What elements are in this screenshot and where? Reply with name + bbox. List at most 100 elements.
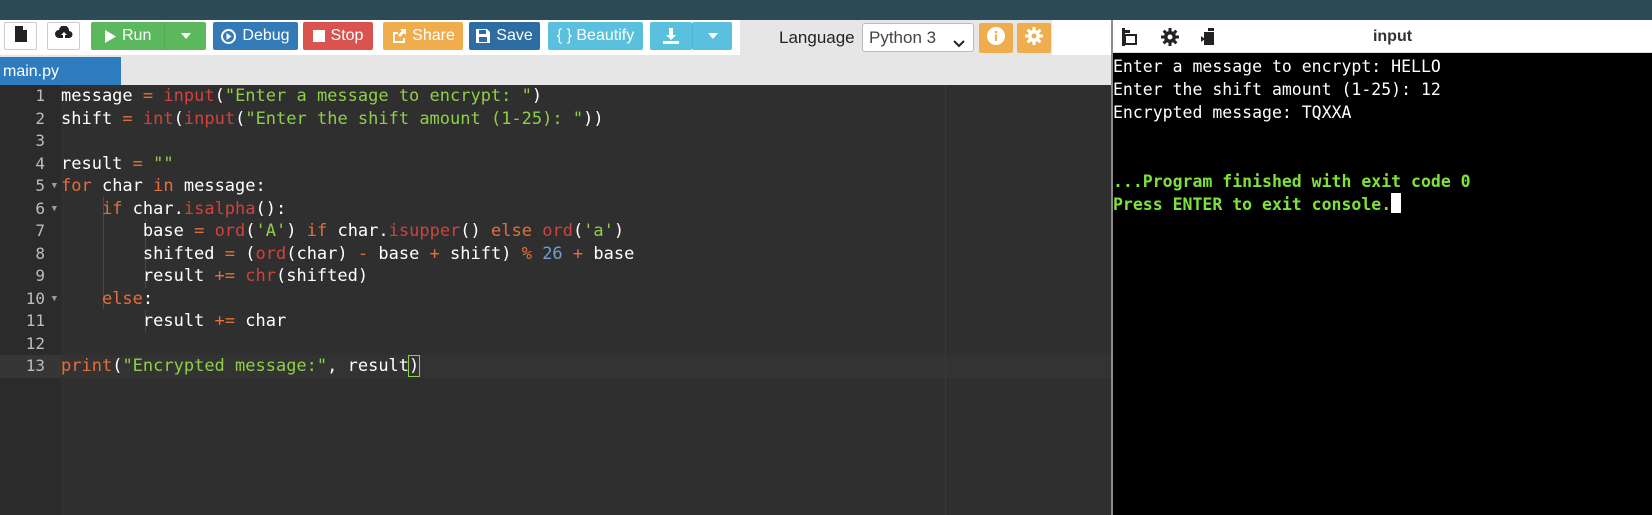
code-token: char xyxy=(91,176,154,196)
download-options-dropdown[interactable] xyxy=(692,22,732,50)
debug-icon xyxy=(221,28,237,44)
code-token: ( xyxy=(112,356,123,376)
code-token: ) xyxy=(531,86,543,106)
console-pane: input Enter a message to encrypt: HELLO E… xyxy=(1113,20,1652,515)
code-token: isupper xyxy=(388,221,461,241)
code-token: = xyxy=(132,153,143,174)
code-token: : xyxy=(142,288,154,309)
code-token: ) xyxy=(408,355,421,377)
line-number: 2 xyxy=(35,108,45,128)
run-button-label: Run xyxy=(122,27,152,44)
code-token: chr xyxy=(245,266,276,286)
fold-arrow-icon[interactable]: ▼ xyxy=(52,198,57,221)
console-cursor xyxy=(1391,193,1402,213)
share-button-label: Share xyxy=(412,27,455,44)
line-number: 10 ▼ xyxy=(0,288,61,311)
chevron-down-icon xyxy=(953,33,965,53)
run-options-dropdown[interactable] xyxy=(164,22,206,50)
file-tab-bar: main.py xyxy=(0,55,1111,87)
line-number: 5 ▼ xyxy=(0,175,61,198)
line-number: 1 xyxy=(35,86,45,105)
code-token: result xyxy=(61,266,215,286)
code-token: result xyxy=(61,153,133,174)
code-line: base = ord('A') if char.isupper() else o… xyxy=(61,220,1111,243)
line-number: 8 xyxy=(35,243,45,263)
line-number: 6 ▼ xyxy=(0,198,61,221)
stop-button[interactable]: Stop xyxy=(303,22,373,50)
code-line: else: xyxy=(61,288,1111,311)
toolbar: Run Debug Stop Share Save {} Beautify L… xyxy=(0,20,1111,55)
code-token: ( xyxy=(245,221,256,241)
code-token: "Encrypted message:" xyxy=(122,356,328,376)
line-number: 4 xyxy=(35,153,45,173)
console-line: ...Program finished with exit code 0 xyxy=(1113,172,1471,191)
info-button[interactable] xyxy=(979,23,1013,53)
code-token: base xyxy=(583,243,635,264)
beautify-button[interactable]: { } Beautify xyxy=(548,22,643,50)
app-root: Run Debug Stop Share Save {} Beautify L… xyxy=(0,0,1652,515)
code-token: + xyxy=(572,243,584,264)
code-line: shift = int(input("Enter the shift amoun… xyxy=(61,108,1111,131)
code-token: result xyxy=(61,311,215,331)
code-token: (char) xyxy=(286,243,358,264)
fold-arrow-icon[interactable]: ▼ xyxy=(52,175,57,198)
code-token: "" xyxy=(153,153,174,174)
beautify-button-label: { } Beautify xyxy=(556,27,635,44)
console-line: Enter a message to encrypt: HELLO xyxy=(1113,57,1441,76)
code-token: else xyxy=(101,288,143,309)
save-button-label: Save xyxy=(496,27,533,44)
language-select[interactable]: Python 3 xyxy=(862,23,974,52)
code-token: ord xyxy=(542,221,573,241)
code-token: input xyxy=(163,86,215,106)
tab-main-py[interactable]: main.py xyxy=(0,57,121,87)
line-number: 3 xyxy=(35,131,45,150)
share-icon xyxy=(391,29,407,43)
console-line: Enter the shift amount (1-25): 12 xyxy=(1113,80,1441,99)
debug-button-label: Debug xyxy=(242,27,290,44)
code-token: = xyxy=(194,221,205,241)
code-token: ord xyxy=(214,221,246,241)
print-margin xyxy=(945,85,946,515)
fold-arrow-icon[interactable]: ▼ xyxy=(52,288,57,311)
code-token: if xyxy=(101,198,123,219)
code-token: shift) xyxy=(439,243,522,264)
debug-button[interactable]: Debug xyxy=(213,22,298,50)
code-line: result += char xyxy=(61,310,1111,333)
language-label: Language xyxy=(779,28,855,47)
code-token: + xyxy=(429,243,440,264)
code-token: += xyxy=(214,311,236,331)
code-token: input xyxy=(183,108,236,129)
code-token: char. xyxy=(122,198,184,219)
code-token: ord xyxy=(255,243,287,264)
new-file-button[interactable] xyxy=(4,22,37,50)
language-select-value: Python 3 xyxy=(869,27,937,47)
line-number-gutter: 1 2 3 4 5 ▼ 6 ▼ 7 8 9 10 ▼ 11 12 13 xyxy=(0,85,61,515)
upload-button[interactable] xyxy=(47,22,80,50)
settings-button[interactable] xyxy=(1017,23,1051,53)
code-line: message = input("Enter a message to encr… xyxy=(61,85,1111,108)
save-button[interactable]: Save xyxy=(469,22,540,50)
code-token: message xyxy=(61,86,143,106)
code-editor[interactable]: message = input("Enter a message to encr… xyxy=(61,85,1111,515)
caret-down-icon xyxy=(180,33,191,39)
line-number: 9 xyxy=(35,266,45,285)
code-token: (shifted) xyxy=(275,266,369,286)
code-token: for xyxy=(61,176,92,196)
download-button[interactable] xyxy=(650,22,692,50)
code-token: "Enter the shift amount (1-25): " xyxy=(245,108,584,129)
top-strip xyxy=(0,0,1652,20)
console-output[interactable]: Enter a message to encrypt: HELLO Enter t… xyxy=(1113,53,1652,515)
share-button[interactable]: Share xyxy=(383,22,463,50)
code-token: = xyxy=(122,108,133,129)
code-token: = xyxy=(142,86,154,106)
code-token: - xyxy=(357,243,369,264)
code-token: ) xyxy=(613,221,625,241)
